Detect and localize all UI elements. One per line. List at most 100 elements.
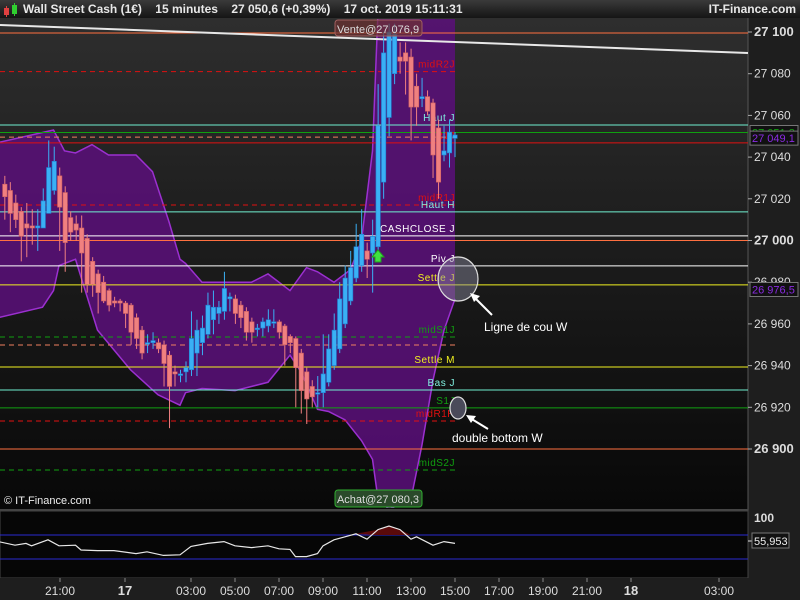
candle-body xyxy=(430,102,436,156)
candle-body xyxy=(304,371,310,400)
candle-body xyxy=(337,298,343,350)
buy-order-text: Achat@27 080,3 xyxy=(337,494,419,506)
candle-body xyxy=(232,298,238,314)
level-label: Settle M xyxy=(414,355,455,366)
oscillator-value-tag: 55,953 xyxy=(748,532,790,549)
candle-body xyxy=(7,190,13,214)
y-tick-label: 26 900 xyxy=(754,441,794,456)
x-tick-label: 21:00 xyxy=(45,584,75,598)
x-tick-label: 17 xyxy=(118,583,132,598)
candle-body xyxy=(436,127,442,183)
candle-body xyxy=(419,96,425,100)
instrument-name: Wall Street Cash (1€) xyxy=(23,2,142,16)
buy-order-label[interactable]: Achat@27 080,3 xyxy=(334,489,423,508)
chart-title: Wall Street Cash (1€) 15 minutes 27 050,… xyxy=(23,0,463,18)
y-tick-label: 26 960 xyxy=(754,317,791,331)
candle-body xyxy=(238,304,244,318)
price-tag: 26 976,5 xyxy=(752,284,795,296)
y-tick-label: 27 100 xyxy=(754,24,794,39)
candle-body xyxy=(167,354,173,387)
x-tick-label: 15:00 xyxy=(440,584,470,598)
candle-body xyxy=(309,386,315,398)
watermark: © IT-Finance.com xyxy=(4,495,91,507)
candle-body xyxy=(18,211,24,237)
candle-body xyxy=(287,336,293,343)
candle-body xyxy=(414,85,420,108)
level-label: midR2J xyxy=(418,60,455,71)
candle-body xyxy=(57,175,63,208)
candle-body xyxy=(408,56,414,108)
candle-body xyxy=(271,321,277,324)
price-chart[interactable]: midR2JHaut JR1JmidR1JHaut HCASHCLOSE JPi… xyxy=(0,18,800,600)
y-tick-label: 27 060 xyxy=(754,108,791,122)
x-tick-label: 07:00 xyxy=(264,584,294,598)
candle-body xyxy=(452,134,458,139)
x-tick-label: 17:00 xyxy=(484,584,514,598)
sell-order-label[interactable]: Vente@27 076,9 xyxy=(334,19,423,37)
y-tick-label: 27 080 xyxy=(754,67,791,81)
candle-body xyxy=(62,192,68,243)
candle-body xyxy=(386,31,392,118)
candle-body xyxy=(254,327,260,330)
candle-body xyxy=(425,96,431,112)
candle-body xyxy=(156,342,162,350)
candle-body xyxy=(227,296,233,300)
candle-body xyxy=(298,352,304,391)
candle-body xyxy=(403,52,409,62)
candle-body xyxy=(210,306,216,321)
candle-body xyxy=(112,300,118,304)
y-tick-label: 27 020 xyxy=(754,192,791,206)
double-bottom-annotation: double bottom W xyxy=(452,431,543,445)
candle-body xyxy=(150,340,156,343)
candle-body xyxy=(320,373,326,394)
candle-body xyxy=(249,321,255,333)
candle-body xyxy=(51,160,57,191)
candle-body xyxy=(145,342,151,345)
candle-body xyxy=(348,267,354,302)
candle-body xyxy=(260,321,266,329)
candle-body xyxy=(101,281,107,302)
candlestick-logo-icon xyxy=(4,3,17,17)
last-price: 27 050,6 (+0,39%) xyxy=(231,2,331,16)
candle-body xyxy=(46,167,52,214)
x-tick-label: 11:00 xyxy=(352,584,381,598)
oscillator-top-label: 100 xyxy=(754,511,774,525)
double-bottom-ellipse xyxy=(449,396,467,420)
candle-body xyxy=(172,371,178,375)
candle-body xyxy=(188,338,194,371)
oscillator-value: 55,953 xyxy=(754,536,788,548)
candle-body xyxy=(392,33,398,75)
candle-body xyxy=(2,183,8,198)
candle-body xyxy=(375,125,381,248)
candle-body xyxy=(106,290,112,306)
candle-body xyxy=(123,302,129,314)
candle-body xyxy=(342,277,348,325)
candle-body xyxy=(90,261,96,285)
candle-body xyxy=(265,319,271,327)
candle-body xyxy=(205,304,211,335)
candle-body xyxy=(397,56,403,62)
candle-body xyxy=(68,217,74,233)
candle-body xyxy=(84,238,90,285)
candle-body xyxy=(24,223,30,229)
candle-body xyxy=(199,327,205,343)
candle-body xyxy=(117,300,123,304)
candle-body xyxy=(40,200,46,229)
candle-body xyxy=(216,306,222,314)
candle-body xyxy=(194,329,200,354)
level-label: Haut H xyxy=(421,200,455,211)
oscillator-panel xyxy=(0,510,749,579)
x-tick-label: 03:00 xyxy=(176,584,206,598)
candle-body xyxy=(178,373,184,376)
candle-body xyxy=(331,329,337,366)
neckline-annotation: Ligne de cou W xyxy=(484,320,568,334)
candle-body xyxy=(221,288,227,312)
candle-body xyxy=(13,202,19,220)
brand: IT-Finance.com xyxy=(708,2,796,16)
candle-body xyxy=(139,329,145,354)
candle-body xyxy=(315,392,321,395)
candle-body xyxy=(441,150,447,156)
candle-body xyxy=(353,246,359,279)
candle-body xyxy=(243,311,249,333)
candle-body xyxy=(183,367,189,373)
